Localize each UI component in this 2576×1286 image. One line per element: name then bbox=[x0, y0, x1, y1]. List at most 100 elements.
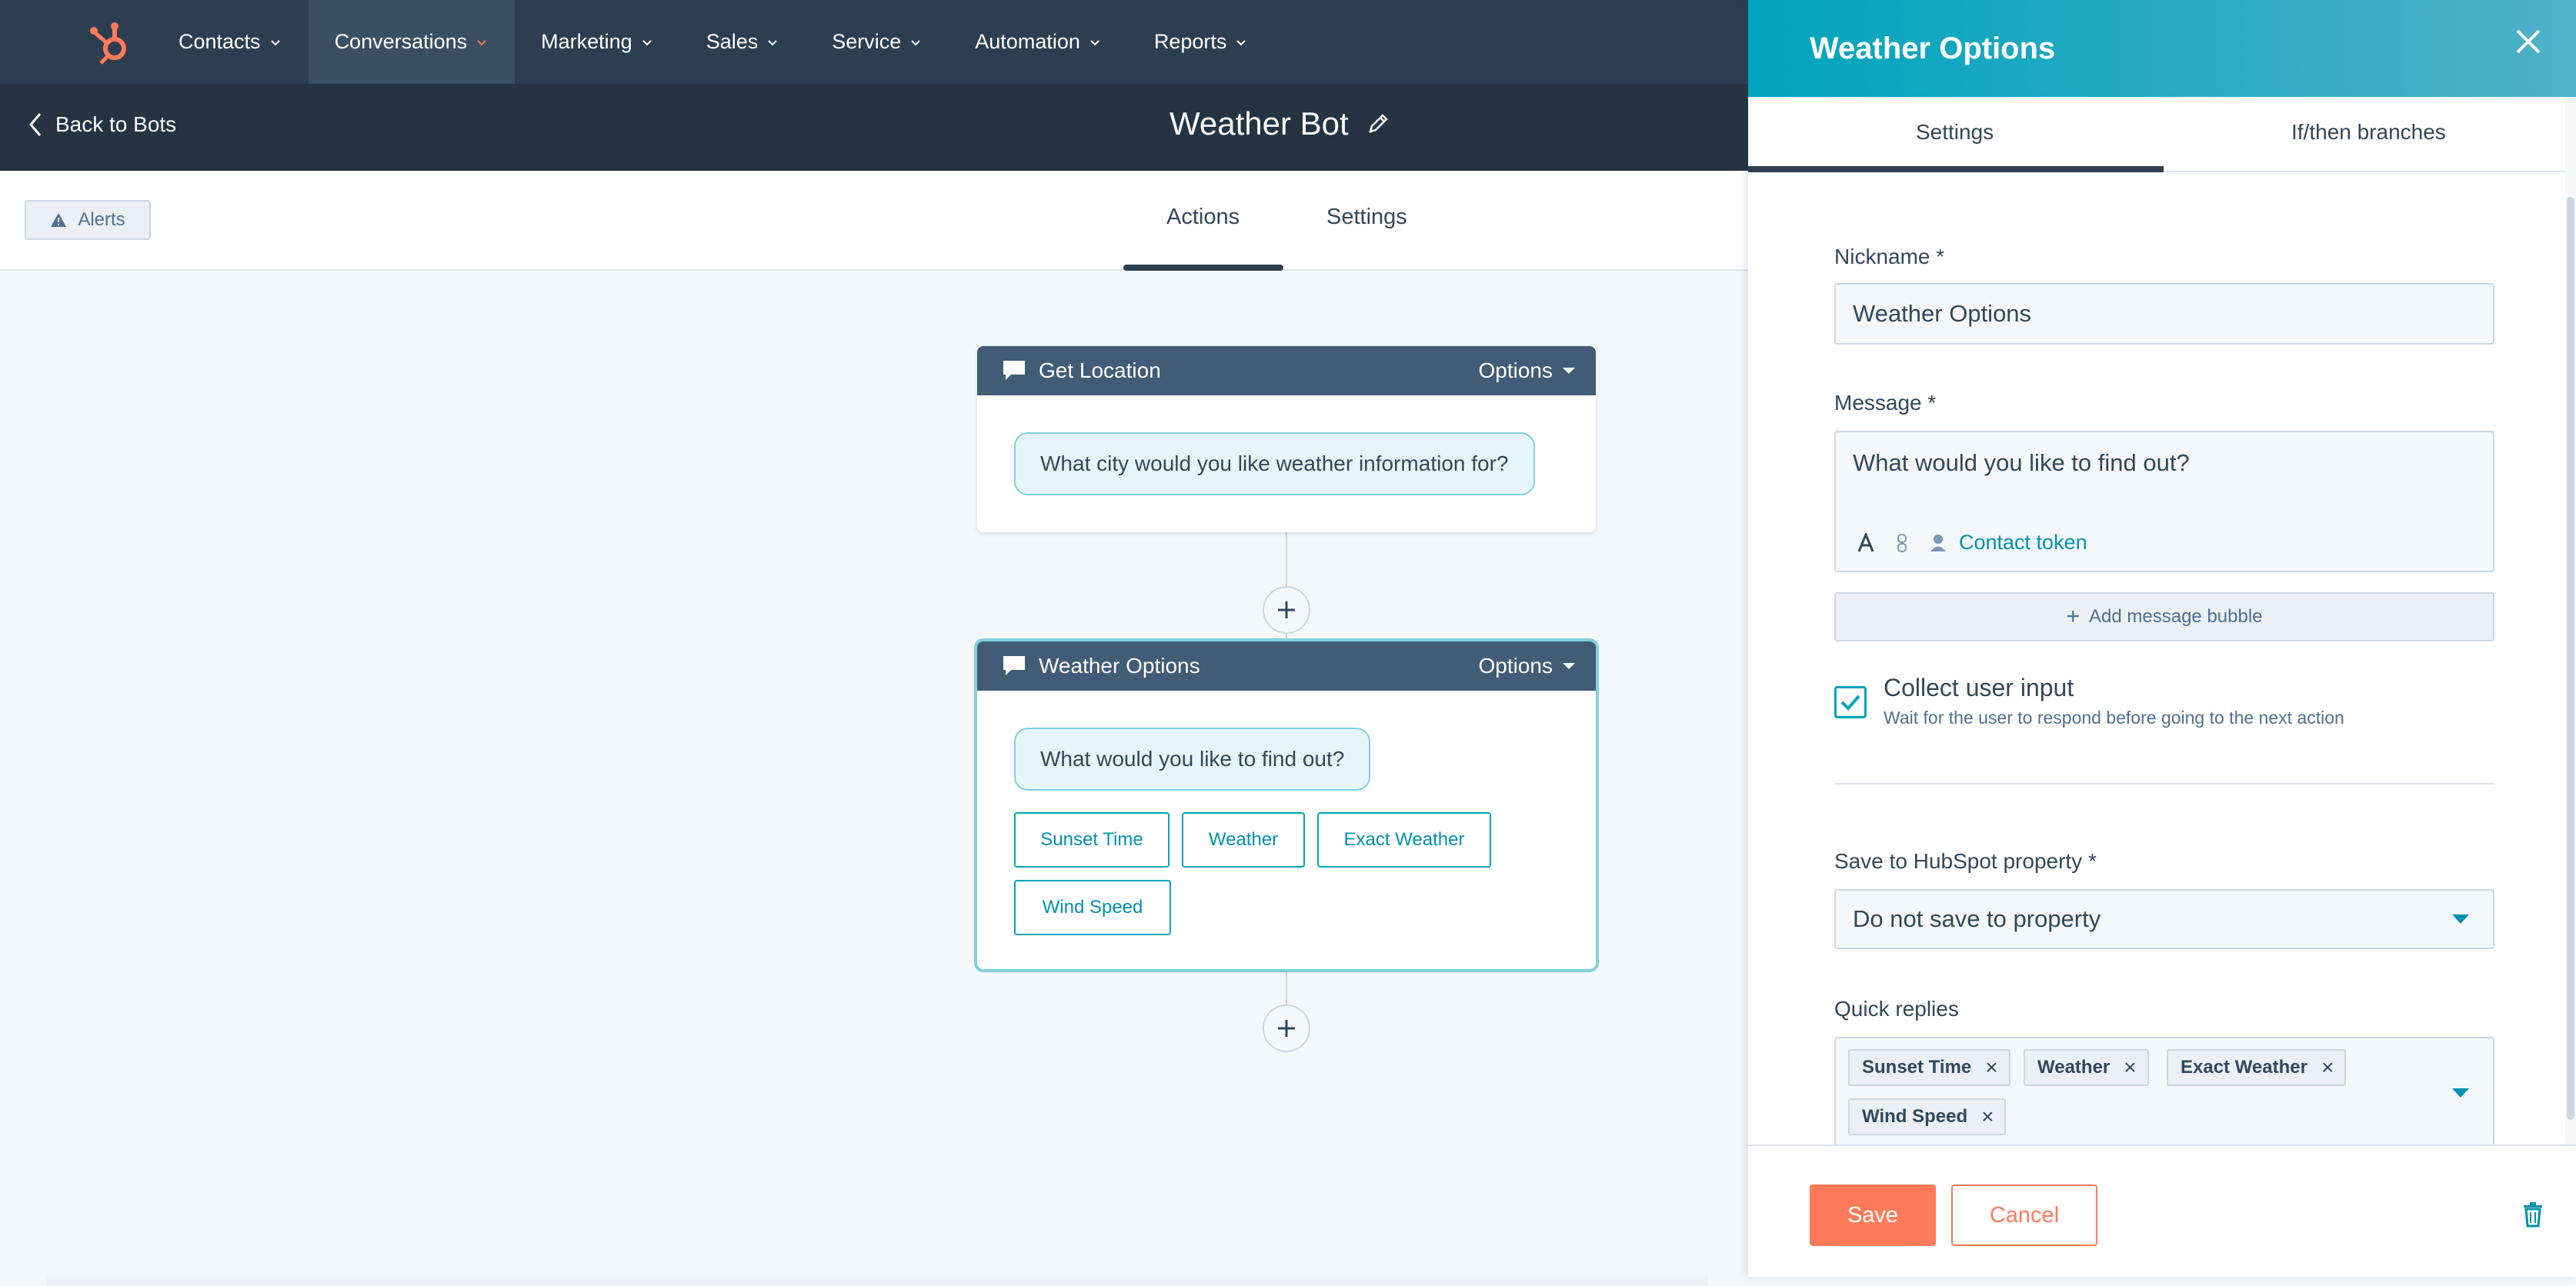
panel-scrollbar[interactable] bbox=[2565, 97, 2576, 1144]
add-action-button[interactable] bbox=[1263, 1004, 1310, 1052]
action-card-title: Get Location bbox=[1039, 358, 1161, 382]
text-format-icon[interactable] bbox=[1857, 532, 1874, 553]
options-label: Options bbox=[1478, 654, 1553, 678]
contact-token-button[interactable]: Contact token bbox=[1930, 531, 2087, 555]
active-tab-indicator bbox=[1123, 265, 1283, 271]
message-toolbar: Contact token bbox=[1857, 531, 2109, 555]
save-property-label: Save to HubSpot property * bbox=[1834, 849, 2097, 873]
quick-replies-select[interactable]: Sunset Time × Weather × Exact Weather × … bbox=[1834, 1037, 2494, 1160]
chat-bubble-icon bbox=[1003, 361, 1025, 380]
nickname-label: Nickname * bbox=[1834, 245, 1945, 268]
panel-header: Weather Options bbox=[1748, 0, 2576, 97]
bot-title: Weather Bot bbox=[1170, 105, 1390, 142]
scrollbar-thumb[interactable] bbox=[2567, 197, 2574, 1120]
nav-reports[interactable]: Reports bbox=[1128, 0, 1275, 84]
remove-tag-icon[interactable]: × bbox=[2124, 1055, 2136, 1080]
caret-down-icon bbox=[2452, 915, 2469, 924]
remove-tag-icon[interactable]: × bbox=[2321, 1055, 2334, 1080]
action-card-get-location[interactable]: Get Location Options What city would you… bbox=[977, 346, 1596, 532]
quick-reply-tag: Weather × bbox=[2024, 1049, 2149, 1086]
tab-panel-settings[interactable]: Settings bbox=[1916, 120, 1994, 145]
chevron-left-icon bbox=[29, 113, 42, 136]
tab-actions[interactable]: Actions bbox=[1166, 205, 1240, 230]
nav-marketing-label: Marketing bbox=[541, 30, 632, 53]
nav-marketing[interactable]: Marketing bbox=[515, 0, 680, 84]
message-editor[interactable]: What would you like to find out? Contact… bbox=[1834, 431, 2494, 572]
action-settings-panel: Weather Options Settings If/then branche… bbox=[1748, 0, 2576, 1277]
collect-user-input-subtitle: Wait for the user to respond before goin… bbox=[1884, 708, 2344, 728]
back-to-bots-label: Back to Bots bbox=[55, 112, 177, 136]
message-bubble: What would you like to find out? bbox=[1014, 728, 1371, 791]
cancel-button[interactable]: Cancel bbox=[1951, 1184, 2097, 1246]
chevron-down-icon bbox=[768, 39, 777, 45]
caret-down-icon[interactable] bbox=[2451, 1088, 2470, 1098]
chevron-down-icon bbox=[270, 39, 280, 45]
quick-reply-tag: Sunset Time × bbox=[1848, 1049, 2010, 1086]
caret-down-icon bbox=[1563, 663, 1575, 669]
trash-icon[interactable] bbox=[2522, 1201, 2544, 1228]
close-icon[interactable] bbox=[2513, 26, 2544, 57]
link-icon[interactable] bbox=[1896, 533, 1908, 553]
back-to-bots-link[interactable]: Back to Bots bbox=[28, 112, 176, 138]
save-property-value: Do not save to property bbox=[1853, 905, 2101, 932]
checkmark-icon bbox=[1840, 695, 1860, 711]
action-card-header: Weather Options Options bbox=[977, 641, 1596, 691]
tab-if-then-branches[interactable]: If/then branches bbox=[2291, 120, 2446, 145]
nav-contacts[interactable]: Contacts bbox=[152, 0, 309, 84]
nav-contacts-label: Contacts bbox=[179, 30, 261, 53]
action-card-weather-options[interactable]: Weather Options Options What would you l… bbox=[977, 641, 1596, 969]
quick-reply-button[interactable]: Sunset Time bbox=[1014, 812, 1170, 868]
nav-automation-label: Automation bbox=[975, 30, 1080, 53]
options-dropdown[interactable]: Options bbox=[1479, 654, 1577, 678]
action-card-title: Weather Options bbox=[1039, 654, 1200, 678]
nav-sales-label: Sales bbox=[706, 30, 759, 53]
add-message-bubble-button[interactable]: + Add message bubble bbox=[1834, 592, 2494, 641]
section-divider bbox=[1834, 783, 2494, 785]
add-action-button[interactable] bbox=[1263, 586, 1310, 634]
caret-down-icon bbox=[1563, 368, 1575, 374]
remove-tag-icon[interactable]: × bbox=[1985, 1055, 1997, 1080]
alerts-label: Alerts bbox=[78, 209, 125, 230]
quick-reply-tag-label: Weather bbox=[2037, 1057, 2111, 1078]
bot-flow-canvas: Get Location Options What city would you… bbox=[0, 271, 1748, 1286]
collect-user-input-checkbox[interactable] bbox=[1834, 686, 1867, 718]
save-property-select[interactable]: Do not save to property bbox=[1834, 889, 2494, 949]
quick-reply-button[interactable]: Exact Weather bbox=[1317, 812, 1491, 868]
plus-icon bbox=[1278, 601, 1295, 618]
chevron-down-icon bbox=[642, 39, 652, 45]
nav-conversations[interactable]: Conversations bbox=[308, 0, 516, 84]
save-button[interactable]: Save bbox=[1810, 1184, 1936, 1246]
canvas-bottom-edge bbox=[46, 1271, 1708, 1286]
quick-reply-tag: Exact Weather × bbox=[2167, 1049, 2347, 1086]
bot-editor-header: Back to Bots Weather Bot bbox=[0, 84, 1748, 171]
active-tab-indicator bbox=[1748, 166, 2164, 172]
collect-user-input-title: Collect user input bbox=[1884, 674, 2074, 701]
plus-icon: + bbox=[2066, 604, 2080, 629]
quick-reply-button[interactable]: Wind Speed bbox=[1014, 880, 1171, 935]
remove-tag-icon[interactable]: × bbox=[1981, 1104, 1994, 1129]
nav-service-label: Service bbox=[832, 30, 902, 53]
top-navigation: Contacts Conversations Marketing Sales S… bbox=[0, 0, 1748, 84]
nav-automation[interactable]: Automation bbox=[949, 0, 1128, 84]
quick-reply-button[interactable]: Weather bbox=[1182, 812, 1305, 868]
person-icon bbox=[1930, 534, 1946, 551]
add-message-bubble-label: Add message bubble bbox=[2089, 606, 2263, 627]
quick-replies-label: Quick replies bbox=[1834, 997, 1959, 1021]
chevron-down-icon bbox=[477, 39, 486, 45]
nav-sales[interactable]: Sales bbox=[680, 0, 806, 84]
options-label: Options bbox=[1478, 358, 1553, 382]
tab-settings[interactable]: Settings bbox=[1326, 205, 1407, 230]
hubspot-logo-icon[interactable] bbox=[68, 0, 152, 84]
contact-token-label: Contact token bbox=[1959, 531, 2087, 554]
chevron-down-icon bbox=[911, 39, 920, 45]
alerts-button[interactable]: Alerts bbox=[25, 200, 151, 240]
pencil-icon[interactable] bbox=[1366, 112, 1390, 136]
panel-tabs: Settings If/then branches bbox=[1748, 97, 2576, 172]
nickname-input[interactable]: Weather Options bbox=[1834, 283, 2494, 345]
editor-tabs-bar: Alerts Actions Settings bbox=[0, 171, 1748, 271]
message-label: Message * bbox=[1834, 391, 1937, 415]
options-dropdown[interactable]: Options bbox=[1479, 358, 1577, 383]
warning-icon bbox=[51, 213, 67, 227]
nav-service[interactable]: Service bbox=[806, 0, 949, 84]
nav-conversations-label: Conversations bbox=[334, 30, 468, 53]
